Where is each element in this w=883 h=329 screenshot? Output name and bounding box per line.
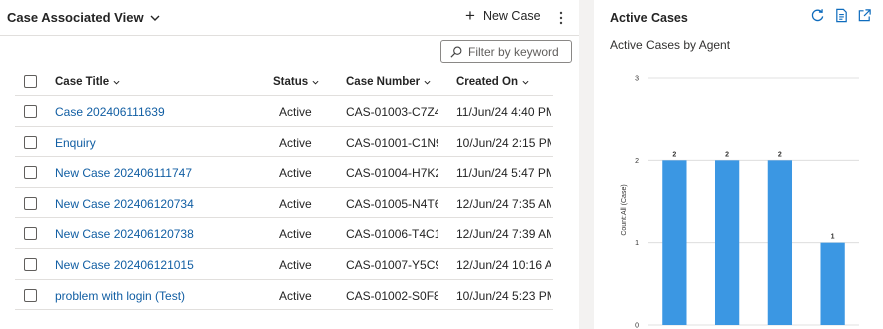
data-label: 2 [778, 151, 782, 158]
chevron-down-icon [150, 15, 160, 21]
case-number-cell: CAS-01005-N4T6S3 [346, 196, 438, 211]
chevron-down-icon [312, 80, 319, 85]
column-header-case-number[interactable]: Case Number [346, 76, 438, 88]
column-header-case-title[interactable]: Case Title [55, 76, 265, 88]
status-cell: Active [279, 105, 312, 119]
status-cell: Active [279, 257, 312, 272]
bar[interactable] [820, 242, 845, 325]
panel-title: Active Cases [610, 11, 688, 25]
refresh-icon[interactable] [810, 8, 825, 23]
row-checkbox[interactable] [24, 288, 37, 302]
filter-box [440, 40, 572, 63]
table-row: New Case 202406111747 Active CAS-01004-H… [15, 157, 553, 188]
case-title-link[interactable]: New Case 202406120738 [55, 227, 265, 241]
case-number-cell: CAS-01002-S0F8Z8 [346, 288, 438, 303]
new-case-label: New Case [482, 9, 541, 23]
view-title: Case Associated View [7, 10, 144, 25]
table-row: Case 202406111639 Active CAS-01003-C7Z4.… [15, 96, 553, 127]
case-title-link[interactable]: problem with login (Test) [55, 289, 265, 303]
row-checkbox[interactable] [24, 135, 37, 149]
filter-input[interactable] [468, 44, 568, 59]
expand-icon[interactable] [857, 8, 872, 23]
row-checkbox[interactable] [24, 196, 37, 210]
table-row: New Case 202406120734 Active CAS-01005-N… [15, 188, 553, 219]
chevron-down-icon [522, 80, 529, 85]
chart-subtitle: Active Cases by Agent [610, 38, 731, 52]
view-header: Case Associated View + New Case [0, 0, 579, 36]
case-grid: Case Title Status Case Number Created On… [15, 67, 553, 311]
column-header-created-on[interactable]: Created On [456, 76, 551, 88]
row-checkbox[interactable] [24, 227, 37, 241]
table-row: problem with login (Test) Active CAS-010… [15, 280, 553, 311]
case-number-cell: CAS-01006-T4C1Y5 [346, 227, 438, 242]
created-on-cell: 12/Jun/24 10:16 A... [456, 257, 551, 272]
y-tick-label: 0 [635, 323, 639, 329]
created-on-cell: 12/Jun/24 7:35 AM [456, 196, 551, 211]
created-on-cell: 11/Jun/24 4:40 PM [456, 105, 551, 119]
created-on-cell: 10/Jun/24 2:15 PM [456, 135, 551, 150]
case-number-cell: CAS-01004-H7K2... [346, 166, 438, 181]
case-title-link[interactable]: Case 202406111639 [55, 105, 265, 119]
status-cell: Active [279, 196, 312, 211]
created-on-cell: 10/Jun/24 5:23 PM [456, 288, 551, 303]
view-selector[interactable]: Case Associated View [7, 10, 160, 25]
case-associated-view-panel: Case Associated View + New Case Case Tit… [0, 0, 579, 329]
search-icon [450, 46, 462, 58]
row-checkbox[interactable] [24, 166, 37, 180]
status-cell: Active [279, 166, 312, 181]
more-options-icon[interactable] [554, 10, 568, 26]
case-number-cell: CAS-01007-Y5C9F3 [346, 257, 438, 272]
bar[interactable] [767, 160, 793, 325]
case-title-link[interactable]: New Case 202406111747 [55, 166, 265, 180]
case-title-link[interactable]: New Case 202406120734 [55, 197, 265, 211]
status-cell: Active [279, 135, 312, 150]
column-header-status[interactable]: Status [273, 76, 333, 88]
case-number-cell: CAS-01003-C7Z4... [346, 105, 438, 119]
table-row: New Case 202406120738 Active CAS-01006-T… [15, 218, 553, 249]
grid-header: Case Title Status Case Number Created On [15, 67, 553, 96]
new-case-button[interactable]: + New Case [465, 6, 541, 25]
created-on-cell: 11/Jun/24 5:47 PM [456, 166, 551, 181]
case-title-link[interactable]: New Case 202406121015 [55, 258, 265, 272]
row-checkbox[interactable] [24, 105, 37, 118]
bar[interactable] [714, 160, 740, 325]
chart-list-icon[interactable] [834, 8, 849, 23]
created-on-cell: 12/Jun/24 7:39 AM [456, 227, 551, 242]
case-number-cell: CAS-01001-C1N9... [346, 135, 438, 150]
active-cases-panel: Active Cases Active Cases by Agent Count… [594, 0, 883, 329]
table-row: Enquiry Active CAS-01001-C1N9... 10/Jun/… [15, 127, 553, 158]
bar[interactable] [662, 160, 687, 325]
data-label: 2 [672, 151, 676, 158]
y-tick-label: 3 [635, 76, 639, 83]
row-checkbox[interactable] [24, 257, 37, 271]
active-cases-bar-chart: Count:All (Case) 0 1 2 3 2 2 2 1 [621, 76, 859, 329]
table-row: New Case 202406121015 Active CAS-01007-Y… [15, 249, 553, 280]
y-tick-label: 1 [635, 240, 639, 247]
data-label: 1 [831, 234, 835, 241]
select-all-checkbox[interactable] [24, 75, 37, 88]
plus-icon: + [465, 6, 475, 25]
chevron-down-icon [113, 80, 120, 85]
y-tick-label: 2 [635, 158, 639, 165]
chevron-down-icon [424, 80, 431, 85]
data-label: 2 [725, 151, 729, 158]
case-title-link[interactable]: Enquiry [55, 136, 265, 150]
status-cell: Active [279, 227, 312, 242]
status-cell: Active [279, 288, 312, 303]
y-axis-label: Count:All (Case) [621, 184, 628, 235]
